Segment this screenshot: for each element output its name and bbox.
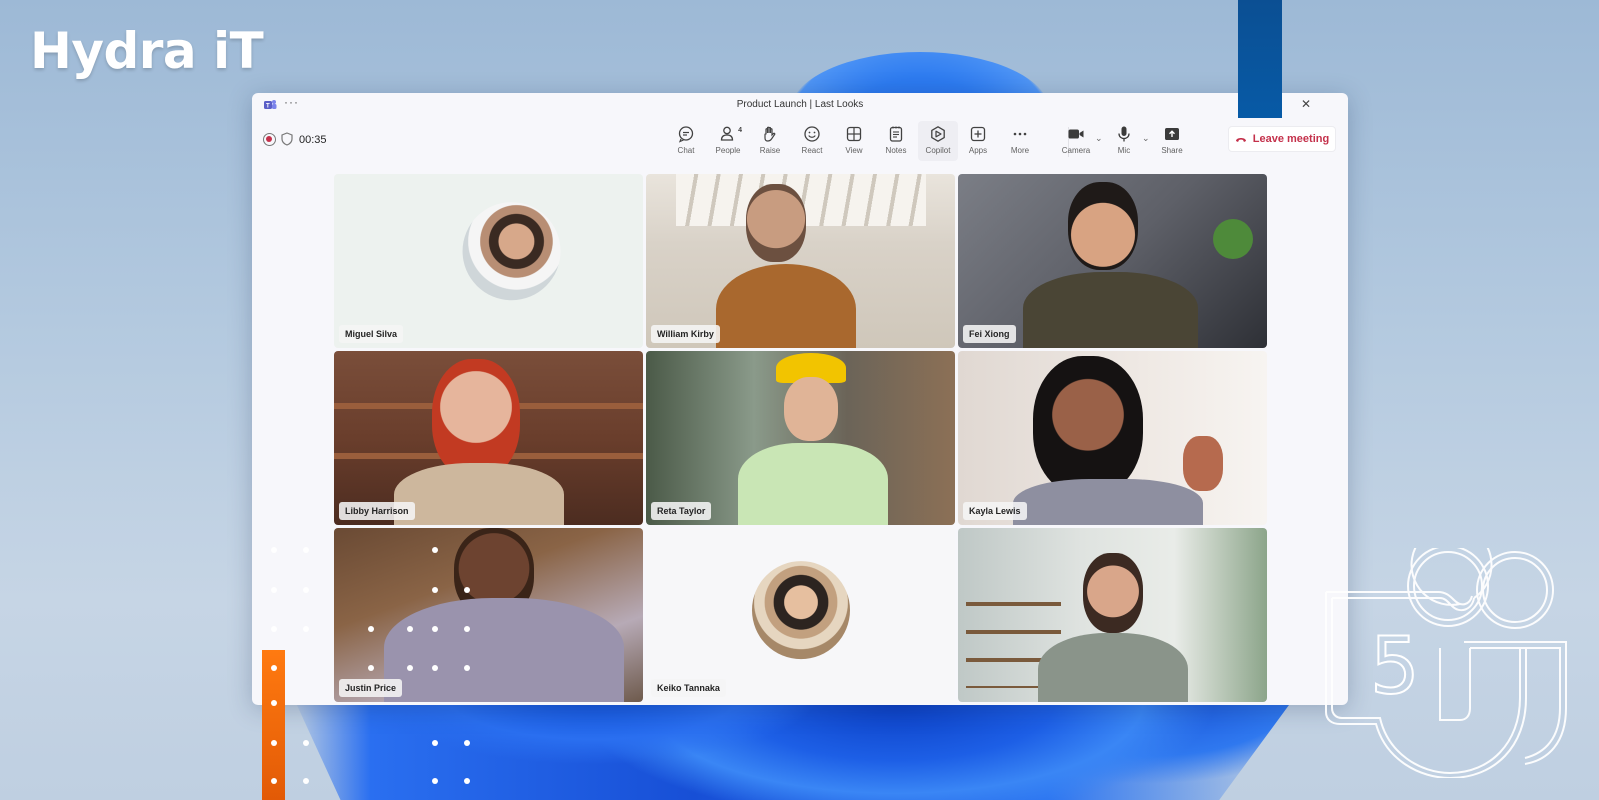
participant-name: Libby Harrison <box>339 502 415 520</box>
video-person-body <box>1038 633 1188 702</box>
hang-up-icon <box>1235 138 1246 142</box>
camera-button[interactable]: Camera <box>1056 121 1096 161</box>
participant-name: Fei Xiong <box>963 325 1016 343</box>
video-person-body <box>716 264 856 348</box>
decor-dot <box>303 778 309 784</box>
participant-tile[interactable]: Libby Harrison <box>334 351 643 525</box>
apps-button[interactable]: Apps <box>958 121 998 161</box>
mic-options-chevron-icon[interactable]: ⌄ <box>1142 133 1150 144</box>
participant-tile[interactable]: Keiko Tannaka <box>646 528 955 702</box>
participant-tile[interactable]: Miguel Silva <box>334 174 643 348</box>
recording-icon <box>263 133 276 146</box>
view-button[interactable]: View <box>834 121 874 161</box>
chat-label: Chat <box>677 146 695 155</box>
participant-tile[interactable]: Fei Xiong <box>958 174 1267 348</box>
leave-meeting-button[interactable]: Leave meeting <box>1228 126 1336 152</box>
camera-icon <box>1068 129 1084 139</box>
plus-box-icon <box>970 126 986 142</box>
people-count: 4 <box>738 127 742 134</box>
chat-icon <box>678 126 694 143</box>
participant-tile[interactable]: Justin Price <box>334 528 643 702</box>
video-person-body <box>1013 479 1203 525</box>
raise-label: Raise <box>759 146 781 155</box>
video-person-head <box>784 377 838 441</box>
copilot-button[interactable]: Copilot <box>918 121 958 161</box>
participant-tile[interactable]: Reta Taylor <box>646 351 955 525</box>
people-label: People <box>715 146 741 155</box>
meeting-timer: 00:35 <box>299 134 327 146</box>
shield-icon <box>281 132 293 146</box>
participant-name: William Kirby <box>651 325 720 343</box>
ellipsis-icon <box>1013 132 1027 136</box>
logo-number: 5 <box>1370 622 1420 712</box>
close-button[interactable]: ✕ <box>1298 97 1314 111</box>
smile-icon <box>804 126 820 142</box>
people-icon <box>720 126 734 141</box>
video-person-head <box>1033 356 1143 496</box>
video-plant <box>1213 219 1253 259</box>
participant-name: Kayla Lewis <box>963 502 1027 520</box>
video-safety-vest <box>738 443 888 525</box>
participant-name: Reta Taylor <box>651 502 712 520</box>
share-label: Share <box>1161 146 1183 155</box>
participant-name: Keiko Tannaka <box>651 679 726 697</box>
chat-button[interactable]: Chat <box>666 121 706 161</box>
video-person-head <box>1068 182 1138 270</box>
decorative-orange-bar <box>262 650 285 800</box>
meeting-title: Product Launch | Last Looks <box>736 99 864 110</box>
camera-label: Camera <box>1061 146 1091 155</box>
grid-icon <box>846 126 862 142</box>
people-button[interactable]: 4 People <box>708 121 748 161</box>
mic-icon <box>1118 126 1130 142</box>
participant-avatar <box>751 561 850 660</box>
participant-avatar <box>462 202 561 301</box>
decor-dot <box>303 740 309 746</box>
participant-tile[interactable]: William Kirby <box>646 174 955 348</box>
meeting-toolbar: 00:35 Chat 4 People Raise React View Not… <box>252 117 1348 167</box>
meeting-window: T ··· Product Launch | Last Looks □ ✕ 00… <box>252 93 1348 705</box>
video-waving-hand <box>1183 436 1223 491</box>
mic-button[interactable]: Mic <box>1104 121 1144 161</box>
notes-icon <box>889 126 903 142</box>
view-label: View <box>845 146 863 155</box>
hand-icon <box>764 126 776 142</box>
raise-hand-button[interactable]: Raise <box>750 121 790 161</box>
participant-tile[interactable] <box>958 528 1267 702</box>
title-bar: T ··· Product Launch | Last Looks □ ✕ <box>252 93 1348 117</box>
teams-outline-logo: 5 <box>1325 548 1567 778</box>
video-person-body <box>394 463 564 525</box>
share-button[interactable]: Share <box>1152 121 1192 161</box>
react-label: React <box>801 146 823 155</box>
participant-tile[interactable]: Kayla Lewis <box>958 351 1267 525</box>
mic-label: Mic <box>1117 146 1131 155</box>
brand-logo-text: Hydra iT <box>30 22 264 80</box>
copilot-icon <box>931 126 945 142</box>
notes-button[interactable]: Notes <box>876 121 916 161</box>
video-person-body <box>384 598 624 702</box>
notes-label: Notes <box>885 146 907 155</box>
participant-name: Justin Price <box>339 679 403 697</box>
participant-name: Miguel Silva <box>339 325 404 343</box>
video-person-body <box>1023 272 1198 348</box>
share-icon <box>1165 128 1179 140</box>
more-button[interactable]: More <box>1000 121 1040 161</box>
decorative-blue-bar <box>1238 0 1282 118</box>
video-person-head <box>1083 553 1143 633</box>
copilot-label: Copilot <box>925 146 951 155</box>
react-button[interactable]: React <box>792 121 832 161</box>
apps-label: Apps <box>968 146 988 155</box>
leave-meeting-label: Leave meeting <box>1252 133 1330 145</box>
video-person-head <box>746 184 806 262</box>
video-person-head <box>432 359 520 479</box>
camera-options-chevron-icon[interactable]: ⌄ <box>1095 133 1103 144</box>
more-label: More <box>1010 146 1030 155</box>
wallpaper-bloom-bottom <box>290 690 1300 800</box>
